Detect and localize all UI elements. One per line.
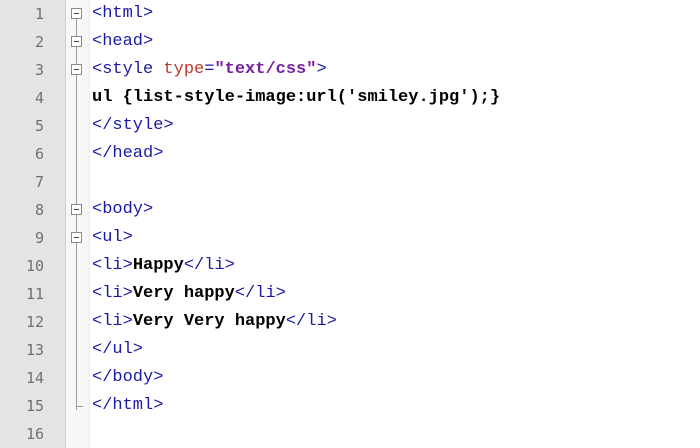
code-text[interactable]: <head>: [92, 28, 153, 56]
line-number: 5: [34, 117, 44, 135]
code-text[interactable]: <ul>: [92, 224, 133, 252]
code-token-tag: </li>: [285, 312, 337, 331]
code-line[interactable]: 16: [0, 420, 700, 448]
fold-collapse-icon[interactable]: [71, 64, 82, 75]
code-token-plain: Very happy: [132, 284, 235, 303]
code-token-tag: </li>: [183, 256, 235, 275]
line-number: 11: [25, 285, 44, 303]
code-token-tag: <ul>: [92, 228, 133, 247]
code-line[interactable]: 10 <li>Happy</li>: [0, 252, 700, 280]
line-number: 1: [34, 5, 44, 23]
code-area[interactable]: 1 <html> 2 <head> 3 <style type="text/css"> 4 u…: [0, 0, 700, 448]
code-token-tag: </html>: [92, 396, 164, 415]
code-line[interactable]: 2 <head>: [0, 28, 700, 56]
line-number: 6: [34, 145, 44, 163]
code-token-tag: </ul>: [92, 340, 144, 359]
code-token-attrval: "text/css": [214, 60, 317, 79]
code-token-tag: <body>: [92, 200, 154, 219]
fold-collapse-icon[interactable]: [71, 204, 82, 215]
line-number: 13: [25, 341, 44, 359]
fold-end-marker: [76, 392, 83, 407]
code-editor[interactable]: 1 <html> 2 <head> 3 <style type="text/css"> 4 u…: [0, 0, 700, 448]
code-token-tag: <li>: [92, 312, 133, 331]
code-text[interactable]: ul {list-style-image:url('smiley.jpg');}: [92, 84, 500, 112]
code-line[interactable]: 13 </ul>: [0, 336, 700, 364]
code-text[interactable]: </html>: [92, 392, 163, 420]
line-number: 10: [25, 257, 44, 275]
code-line[interactable]: 5 </style>: [0, 112, 700, 140]
line-number: 7: [34, 173, 44, 191]
code-text[interactable]: <li>Happy</li>: [92, 252, 235, 280]
code-line[interactable]: 4 ul {list-style-image:url('smiley.jpg');…: [0, 84, 700, 112]
code-line[interactable]: 1 <html>: [0, 0, 700, 28]
code-token-tag: <style: [92, 60, 164, 79]
code-text[interactable]: </head>: [92, 140, 163, 168]
code-text[interactable]: <li>Very happy</li>: [92, 280, 286, 308]
code-line[interactable]: 15 </html>: [0, 392, 700, 420]
fold-collapse-icon[interactable]: [71, 232, 82, 243]
code-line[interactable]: 7: [0, 168, 700, 196]
code-line[interactable]: 12 <li>Very Very happy</li>: [0, 308, 700, 336]
code-token-tag: <li>: [92, 256, 133, 275]
code-line[interactable]: 9 <ul>: [0, 224, 700, 252]
line-number: 4: [34, 89, 44, 107]
code-token-tag: <li>: [92, 284, 133, 303]
code-line[interactable]: 8 <body>: [0, 196, 700, 224]
line-number: 14: [25, 369, 44, 387]
code-token-tag: </body>: [92, 368, 164, 387]
line-number: 8: [34, 201, 44, 219]
line-number: 12: [25, 313, 44, 331]
line-number: 3: [34, 61, 44, 79]
code-line[interactable]: 14 </body>: [0, 364, 700, 392]
code-token-tag: <html>: [92, 4, 154, 23]
code-line[interactable]: 6 </head>: [0, 140, 700, 168]
code-line[interactable]: 3 <style type="text/css">: [0, 56, 700, 84]
line-number: 16: [25, 425, 44, 443]
line-number: 2: [34, 33, 44, 51]
line-number: 9: [34, 229, 44, 247]
code-token-plain: Happy: [132, 256, 184, 275]
code-token-tag: >: [316, 60, 327, 79]
code-text[interactable]: </ul>: [92, 336, 143, 364]
code-token-tag: =: [204, 60, 215, 79]
code-token-plain: Very Very happy: [132, 312, 286, 331]
code-text[interactable]: <html>: [92, 0, 153, 28]
code-line[interactable]: 11 <li>Very happy</li>: [0, 280, 700, 308]
code-text[interactable]: </style>: [92, 112, 174, 140]
fold-collapse-icon[interactable]: [71, 36, 82, 47]
code-token-plain: ul {list-style-image:url('smiley.jpg');}: [92, 88, 501, 107]
code-token-tag: <head>: [92, 32, 154, 51]
code-token-tag: </head>: [92, 144, 164, 163]
code-token-attr: type: [163, 60, 205, 79]
code-text[interactable]: <body>: [92, 196, 153, 224]
code-token-tag: </li>: [234, 284, 286, 303]
line-number: 15: [25, 397, 44, 415]
code-token-tag: </style>: [92, 116, 174, 135]
code-text[interactable]: <li>Very Very happy</li>: [92, 308, 337, 336]
code-text[interactable]: <style type="text/css">: [92, 56, 327, 84]
fold-collapse-icon[interactable]: [71, 8, 82, 19]
code-text[interactable]: </body>: [92, 364, 163, 392]
